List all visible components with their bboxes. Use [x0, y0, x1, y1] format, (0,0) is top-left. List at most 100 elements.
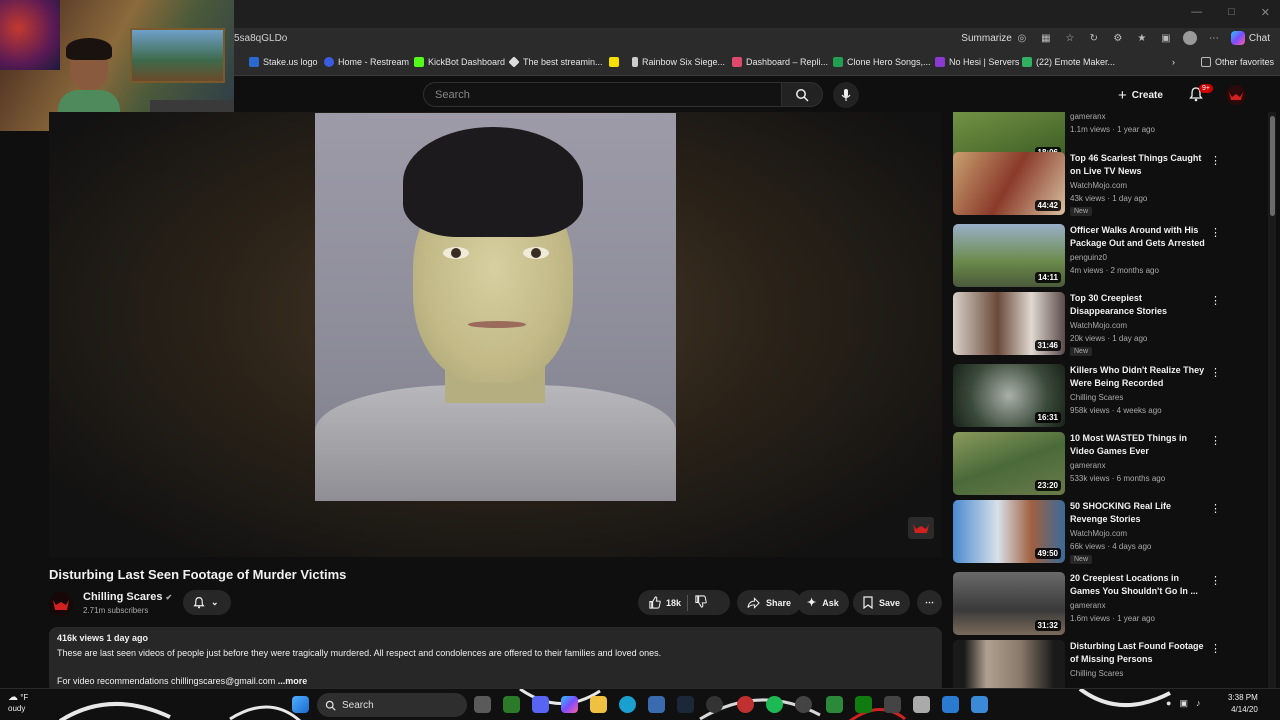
- app-icon[interactable]: [884, 696, 901, 713]
- more-menu-icon[interactable]: ⋯: [1207, 31, 1221, 45]
- more-vertical-icon[interactable]: ⋮: [1210, 294, 1221, 308]
- bookmark-item[interactable]: Rainbow Six Siege...: [632, 57, 725, 67]
- volume-icon[interactable]: ♪: [1196, 698, 1201, 709]
- close-icon[interactable]: ✕: [1261, 6, 1270, 19]
- obs-icon[interactable]: [706, 696, 723, 713]
- weather-widget[interactable]: ☁ °F oudy: [8, 692, 28, 714]
- app-icon[interactable]: [913, 696, 930, 713]
- duration-badge: 44:42: [1034, 200, 1061, 211]
- start-windows-icon[interactable]: [292, 696, 309, 713]
- xbox-icon[interactable]: [855, 696, 872, 713]
- video-description[interactable]: 416k views 1 day ago These are last seen…: [49, 627, 942, 693]
- video-thumbnail: 49:50: [953, 500, 1065, 563]
- network-icon[interactable]: ▣: [1179, 698, 1188, 709]
- refresh-icon[interactable]: ↻: [1087, 31, 1101, 45]
- minimize-icon[interactable]: —: [1191, 6, 1202, 19]
- recommendation-item[interactable]: 49:50 50 SHOCKING Real Life Revenge Stor…: [953, 500, 1233, 566]
- verified-icon: ✔: [165, 593, 173, 602]
- bookmark-item[interactable]: No Hesi | Servers: [935, 57, 1019, 67]
- search-button[interactable]: [781, 82, 823, 107]
- app-icon[interactable]: [971, 696, 988, 713]
- bookmark-item[interactable]: Dashboard – Repli...: [732, 57, 828, 67]
- bookmark-favicon-icon: [1022, 57, 1032, 67]
- share-button[interactable]: Share: [737, 590, 802, 615]
- plus-icon: +: [1118, 86, 1127, 104]
- voice-search-button[interactable]: [833, 82, 859, 108]
- subscribe-bell-button[interactable]: ⌄: [183, 590, 231, 615]
- edge-browser-icon[interactable]: [619, 696, 636, 713]
- summarize-icon: ◎: [1017, 32, 1027, 44]
- bookmark-item[interactable]: Clone Hero Songs,...: [833, 57, 931, 67]
- page-scrollbar-thumb[interactable]: [1270, 116, 1275, 216]
- bookmark-item[interactable]: The best streamin...: [508, 56, 603, 68]
- taskbar-clock[interactable]: 3:38 PM 4/14/20: [1228, 692, 1258, 716]
- bookmark-item[interactable]: [609, 57, 623, 67]
- more-vertical-icon[interactable]: ⋮: [1210, 574, 1221, 588]
- video-player[interactable]: [49, 112, 942, 557]
- copilot-chat-button[interactable]: Chat: [1230, 31, 1270, 45]
- channel-name[interactable]: Chilling Scares ✔: [83, 591, 172, 603]
- split-screen-icon[interactable]: ▦: [1039, 31, 1053, 45]
- ask-button[interactable]: ✦ Ask: [797, 590, 849, 615]
- channel-avatar[interactable]: [49, 592, 73, 616]
- recommendation-item[interactable]: 14:11 Officer Walks Around with His Pack…: [953, 224, 1233, 290]
- recommendation-channel: Chilling Scares: [1070, 669, 1124, 678]
- recommendation-title: Killers Who Didn't Realize They Were Bei…: [1070, 365, 1205, 388]
- channel-watermark-icon[interactable]: [908, 517, 934, 539]
- video-thumbnail: 31:46: [953, 292, 1065, 355]
- steam-icon[interactable]: [677, 696, 694, 713]
- taskbar-search[interactable]: Search: [317, 693, 467, 717]
- summarize-button[interactable]: Summarize ◎: [961, 31, 1029, 45]
- favorites-icon[interactable]: ★: [1135, 31, 1149, 45]
- more-vertical-icon[interactable]: ⋮: [1210, 502, 1221, 516]
- extensions-icon[interactable]: ⚙: [1111, 31, 1125, 45]
- app-b-icon[interactable]: [826, 696, 843, 713]
- search-input[interactable]: Search: [423, 82, 782, 107]
- store-icon[interactable]: [648, 696, 665, 713]
- more-vertical-icon[interactable]: ⋮: [1210, 366, 1221, 380]
- url-field[interactable]: 5sa8qGLDo: [234, 33, 287, 44]
- more-vertical-icon[interactable]: ⋮: [1210, 642, 1221, 656]
- recommendation-item[interactable]: 16:31 Killers Who Didn't Realize They We…: [953, 364, 1233, 430]
- video-thumbnail: 23:20: [953, 432, 1065, 495]
- recommendation-item[interactable]: 23:20 10 Most WASTED Things in Video Gam…: [953, 432, 1233, 498]
- dislike-button[interactable]: [694, 595, 707, 610]
- bookmarks-overflow-chevron-icon[interactable]: ›: [1172, 57, 1175, 67]
- save-button[interactable]: Save: [853, 590, 911, 615]
- more-actions-button[interactable]: ⋯: [917, 590, 942, 615]
- recommendation-item[interactable]: Disturbing Last Found Footage of Missing…: [953, 640, 1233, 688]
- bookmark-item[interactable]: Home - Restream: [324, 57, 409, 67]
- maximize-icon[interactable]: □: [1228, 6, 1235, 19]
- other-favorites[interactable]: Other favorites: [1201, 57, 1274, 67]
- thumbs-down-icon: [695, 595, 707, 608]
- cloud-icon: ☁: [8, 692, 18, 703]
- like-button[interactable]: 18k: [648, 596, 681, 609]
- show-more-link[interactable]: ...more: [278, 676, 308, 686]
- spotify-icon[interactable]: [766, 696, 783, 713]
- bookmark-item[interactable]: (22) Emote Maker...: [1022, 57, 1115, 67]
- bookmark-item[interactable]: Stake.us logo: [249, 57, 318, 67]
- bookmark-item[interactable]: KickBot Dashboard: [414, 57, 505, 67]
- 4k-downloader-icon[interactable]: [795, 696, 812, 713]
- discord-icon[interactable]: [532, 696, 549, 713]
- recommendation-channel: gameranx: [1070, 601, 1106, 610]
- more-vertical-icon[interactable]: ⋮: [1210, 434, 1221, 448]
- collections-icon[interactable]: ▣: [1159, 31, 1173, 45]
- mic-tray-icon[interactable]: ●: [1166, 698, 1171, 709]
- nvidia-icon[interactable]: [503, 696, 520, 713]
- favorite-star-icon[interactable]: ☆: [1063, 31, 1077, 45]
- file-explorer-icon[interactable]: [590, 696, 607, 713]
- recommendation-item[interactable]: 31:46 Top 30 Creepiest Disappearance Sto…: [953, 292, 1233, 358]
- address-bar-actions: Summarize ◎ ▦ ☆ ↻ ⚙ ★ ▣ ⋯ Chat: [961, 31, 1270, 45]
- app-icon[interactable]: [942, 696, 959, 713]
- settings-gear-icon[interactable]: [737, 696, 754, 713]
- recommendation-item[interactable]: 31:32 20 Creepiest Locations in Games Yo…: [953, 572, 1233, 638]
- profile-avatar[interactable]: [1182, 31, 1197, 45]
- more-vertical-icon[interactable]: ⋮: [1210, 154, 1221, 168]
- more-vertical-icon[interactable]: ⋮: [1210, 226, 1221, 240]
- account-avatar[interactable]: [1226, 85, 1246, 105]
- recommendation-item[interactable]: 44:42 Top 46 Scariest Things Caught on L…: [953, 152, 1233, 218]
- task-view-icon[interactable]: [474, 696, 491, 713]
- create-button[interactable]: + Create: [1118, 84, 1163, 106]
- copilot-taskbar-icon[interactable]: [561, 696, 578, 713]
